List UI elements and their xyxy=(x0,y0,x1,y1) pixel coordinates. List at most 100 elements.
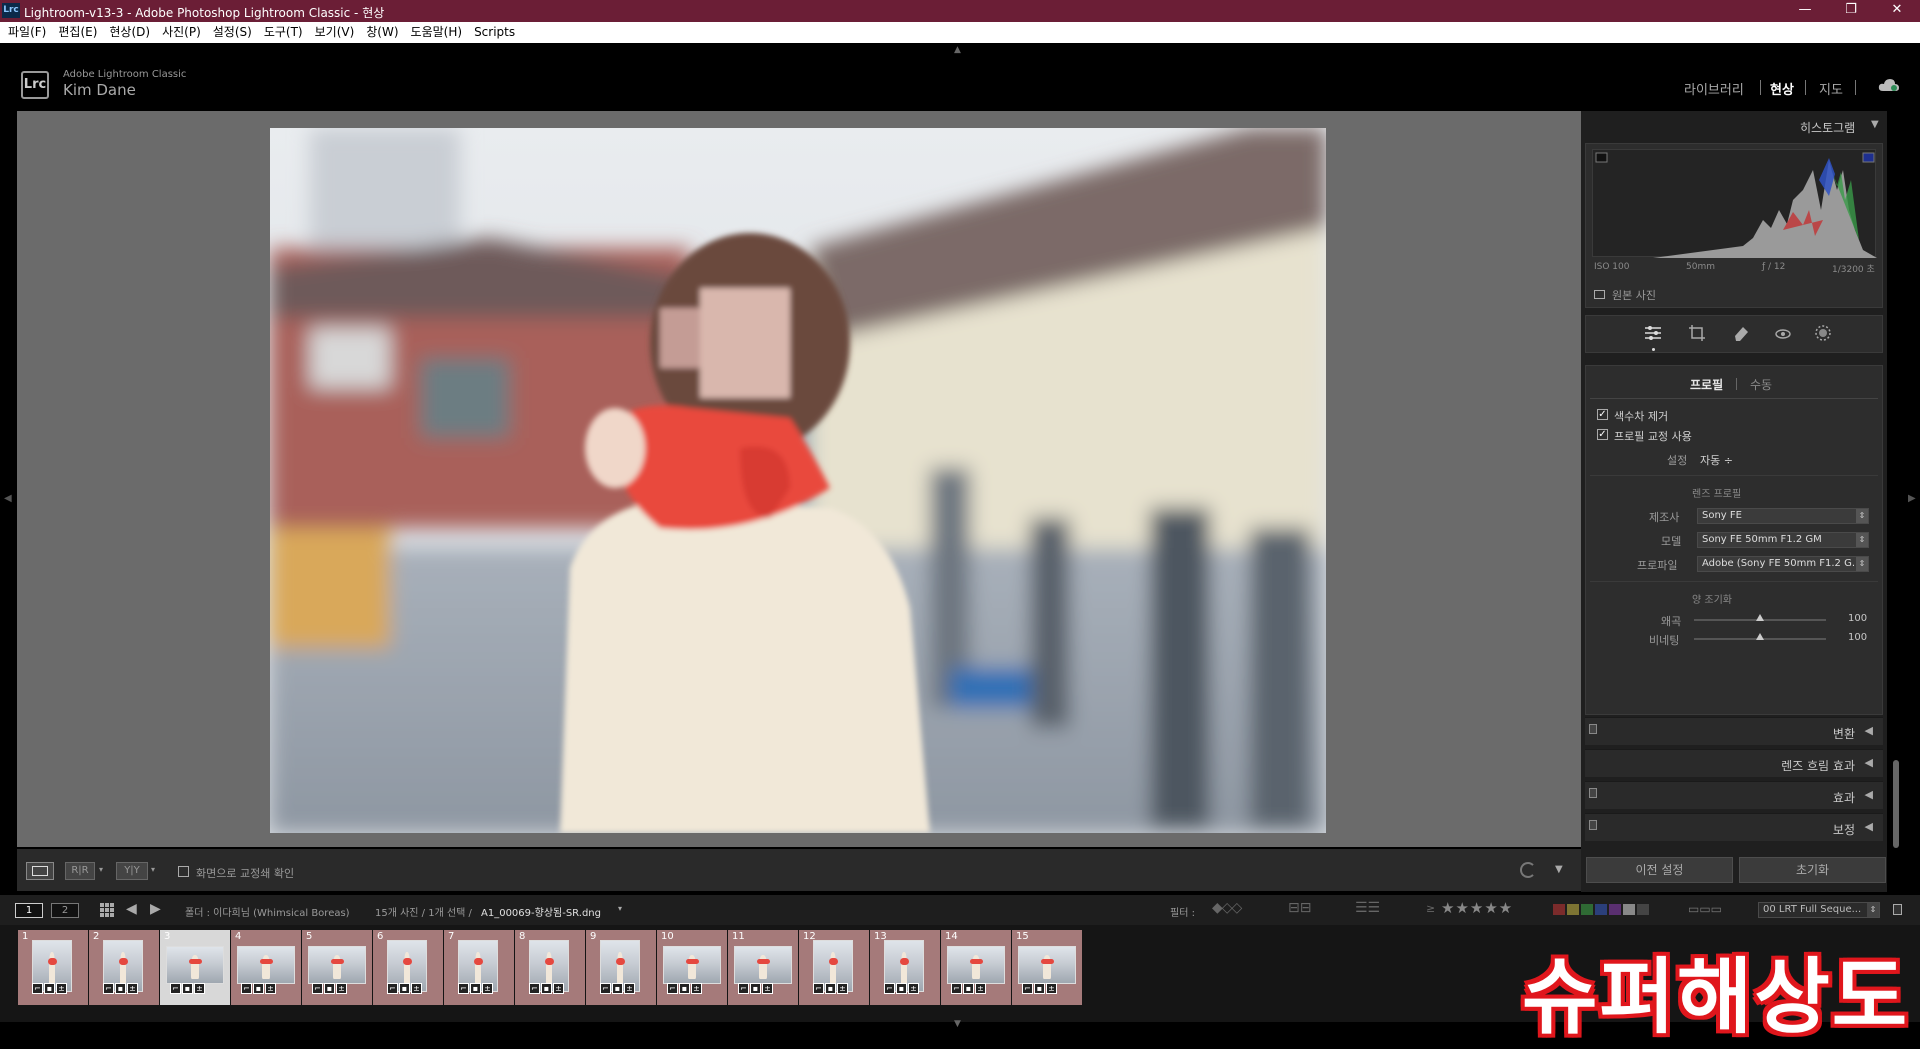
second-window-button[interactable]: 2 xyxy=(51,903,79,918)
maximize-icon[interactable]: ❐ xyxy=(1828,0,1874,22)
module-library[interactable]: 라이브러리 xyxy=(1684,79,1744,98)
left-panel-toggle-icon[interactable]: ◀ xyxy=(4,493,12,504)
red-eye-icon[interactable] xyxy=(1774,324,1792,345)
custom-label-icon[interactable] xyxy=(1623,904,1635,915)
tab-profile[interactable]: 프로필 xyxy=(1690,376,1723,393)
menu-scripts[interactable]: Scripts xyxy=(468,22,521,43)
healing-eraser-icon[interactable] xyxy=(1732,324,1750,345)
filter-preset-icons[interactable]: ▭▭▭ xyxy=(1688,902,1722,916)
filmstrip-thumbnail[interactable]: 12 ⌐ ▪ ± xyxy=(799,930,869,1005)
model-dropdown[interactable]: Sony FE 50mm F1.2 GM ⇕ xyxy=(1697,532,1869,548)
filename-dropdown-icon[interactable]: ▾ xyxy=(618,904,622,913)
before-after-lr-icon[interactable]: R|R xyxy=(65,862,95,880)
filmstrip-thumbnail[interactable]: 4 ⌐ ▪ ± xyxy=(231,930,301,1005)
effects-panel-header[interactable]: 효과 ◀ xyxy=(1585,781,1883,809)
before-after-dropdown-icon[interactable]: ▾ xyxy=(99,865,103,874)
filmstrip-thumbnail[interactable]: 5 ⌐ ▪ ± xyxy=(302,930,372,1005)
right-panel-scrollbar[interactable] xyxy=(1893,760,1899,848)
right-panel-toggle-icon[interactable]: ▶ xyxy=(1908,493,1916,504)
before-after-swap-icon[interactable]: Y|Y xyxy=(116,862,148,880)
yellow-label-icon[interactable] xyxy=(1567,904,1579,915)
filmstrip-thumbnail[interactable]: 9 ⌐ ▪ ± xyxy=(586,930,656,1005)
menu-help[interactable]: 도움말(H) xyxy=(405,22,469,43)
next-arrow-icon[interactable]: ▶ xyxy=(150,901,161,917)
reset-button[interactable]: 초기화 xyxy=(1739,857,1886,883)
loupe-view-icon[interactable] xyxy=(26,862,54,880)
histogram-title[interactable]: 히스토그램 xyxy=(1800,119,1855,136)
menu-edit[interactable]: 편집(E) xyxy=(52,22,103,43)
panel-switch-icon[interactable] xyxy=(1589,820,1597,830)
main-photo[interactable] xyxy=(270,128,1326,833)
panel-switch-icon[interactable] xyxy=(1589,788,1597,798)
lens-blur-panel-header[interactable]: 렌즈 흐림 효과 ◀ xyxy=(1585,749,1883,777)
thumbnail-image xyxy=(663,946,721,984)
red-label-icon[interactable] xyxy=(1553,904,1565,915)
edit-sliders-icon[interactable] xyxy=(1644,324,1662,345)
purple-label-icon[interactable] xyxy=(1609,904,1621,915)
blue-label-icon[interactable] xyxy=(1595,904,1607,915)
calibration-panel-header[interactable]: 보정 ◀ xyxy=(1585,813,1883,841)
filmstrip-thumbnail[interactable]: 13 ⌐ ▪ ± xyxy=(870,930,940,1005)
edit-badge-icon: ± xyxy=(908,983,919,994)
filmstrip-thumbnail[interactable]: 1 ⌐ ▪ ± xyxy=(18,930,88,1005)
color-label-filters[interactable] xyxy=(1553,904,1649,918)
main-window-button[interactable]: 1 xyxy=(15,903,43,918)
filter-lock-icon[interactable] xyxy=(1893,904,1902,915)
transform-panel-header[interactable]: 변환 ◀ xyxy=(1585,717,1883,745)
collapse-top-icon[interactable]: ▲ xyxy=(954,45,961,55)
filmstrip-thumbnail[interactable]: 11 ⌐ ▪ ± xyxy=(728,930,798,1005)
profile-dropdown[interactable]: Adobe (Sony FE 50mm F1.2 G... ⇕ xyxy=(1697,556,1869,572)
filmstrip-thumbnail[interactable]: 10 ⌐ ▪ ± xyxy=(657,930,727,1005)
previous-settings-button[interactable]: 이전 설정 xyxy=(1586,857,1733,883)
filmstrip-thumbnail[interactable]: 7 ⌐ ▪ ± xyxy=(444,930,514,1005)
menu-tools[interactable]: 도구(T) xyxy=(258,22,309,43)
grid-view-icon[interactable] xyxy=(100,903,114,920)
module-develop[interactable]: 현상 xyxy=(1770,79,1794,98)
make-dropdown[interactable]: Sony FE ⇕ xyxy=(1697,508,1869,524)
green-label-icon[interactable] xyxy=(1581,904,1593,915)
remove-ca-checkbox[interactable]: ✓ xyxy=(1597,409,1608,420)
filmstrip-thumbnail[interactable]: 15 ⌐ ▪ ± xyxy=(1012,930,1082,1005)
minimize-icon[interactable]: — xyxy=(1782,0,1828,22)
tab-manual[interactable]: 수동 xyxy=(1750,376,1772,393)
filmstrip-thumbnail[interactable]: 2 ⌐ ▪ ± xyxy=(89,930,159,1005)
histogram-collapse-icon[interactable]: ▼ xyxy=(1871,119,1879,130)
softproof-checkbox[interactable] xyxy=(178,866,189,877)
cloud-sync-icon[interactable] xyxy=(1878,78,1900,92)
filmstrip-thumbnail[interactable]: 6 ⌐ ▪ ± xyxy=(373,930,443,1005)
collapse-bottom-icon[interactable]: ▼ xyxy=(954,1019,961,1029)
menu-window[interactable]: 창(W) xyxy=(360,22,404,43)
no-label-icon[interactable] xyxy=(1637,904,1649,915)
menu-develop[interactable]: 현상(D) xyxy=(103,22,156,43)
edit-filter-icons[interactable]: ⊟⊟ xyxy=(1288,900,1311,916)
setup-dropdown[interactable]: 자동 ÷ xyxy=(1700,452,1733,468)
view-dropdown-icon[interactable]: ▾ xyxy=(151,865,155,874)
vignetting-slider-knob[interactable] xyxy=(1756,633,1764,640)
folder-source[interactable]: 폴더 : 이다희님 (Whimsical Boreas) xyxy=(185,904,350,919)
menu-settings[interactable]: 설정(S) xyxy=(207,22,258,43)
crop-icon[interactable] xyxy=(1688,324,1706,345)
module-map[interactable]: 지도 xyxy=(1819,79,1843,98)
masking-icon[interactable] xyxy=(1814,324,1832,345)
rating-stars-icon[interactable]: ★★★★★ xyxy=(1441,899,1513,917)
toolbar-dropdown-icon[interactable]: ▼ xyxy=(1555,864,1563,875)
panel-switch-icon[interactable] xyxy=(1589,724,1597,734)
thumbnail-image xyxy=(166,946,224,984)
menu-view[interactable]: 보기(V) xyxy=(309,22,361,43)
rating-operator[interactable]: ≥ xyxy=(1426,902,1435,915)
filmstrip-thumbnail[interactable]: 3 ⌐ ▪ ± xyxy=(160,930,230,1005)
histogram-graph[interactable] xyxy=(1592,149,1877,258)
distortion-slider-knob[interactable] xyxy=(1756,614,1764,621)
comment-badge-icon: ▪ xyxy=(399,983,410,994)
flag-filter-icons[interactable]: ◆◇◇ xyxy=(1212,900,1242,916)
prev-arrow-icon[interactable]: ◀ xyxy=(126,901,137,917)
original-photo-checkbox[interactable] xyxy=(1594,290,1605,299)
close-icon[interactable]: ✕ xyxy=(1874,0,1920,22)
filmstrip-thumbnail[interactable]: 8 ⌐ ▪ ± xyxy=(515,930,585,1005)
menu-file[interactable]: 파일(F) xyxy=(0,22,52,43)
compare-filter-icons[interactable]: ☰☰ xyxy=(1355,900,1380,916)
filter-preset-dropdown[interactable]: 00 LRT Full Seque... ⇕ xyxy=(1758,902,1880,918)
menu-photo[interactable]: 사진(P) xyxy=(156,22,207,43)
filmstrip-thumbnail[interactable]: 14 ⌐ ▪ ± xyxy=(941,930,1011,1005)
enable-profile-checkbox[interactable]: ✓ xyxy=(1597,429,1608,440)
